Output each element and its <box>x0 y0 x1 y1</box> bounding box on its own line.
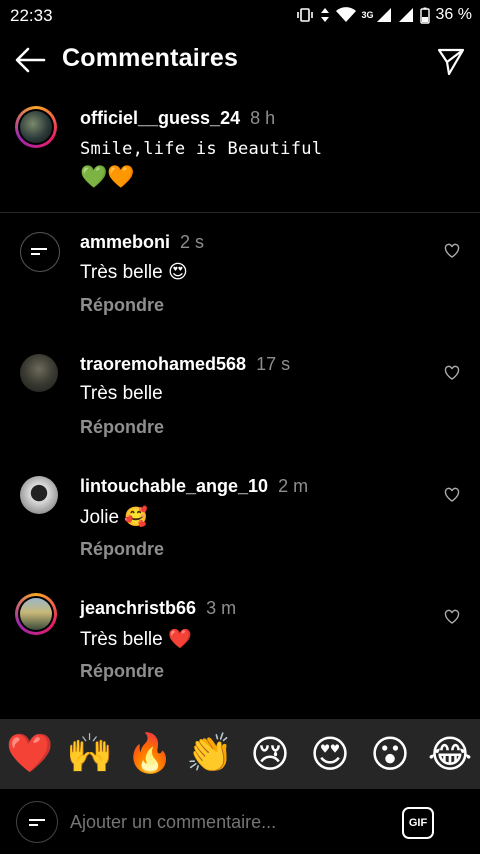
gif-button[interactable]: GIF <box>402 807 434 839</box>
my-avatar <box>16 801 58 843</box>
page-title: Commentaires <box>62 44 239 72</box>
caption-text: Smile,life is Beautiful <box>80 139 323 159</box>
caption-emojis: 💚🧡 <box>80 164 135 189</box>
emoji-open-mouth[interactable]: 😮 <box>365 732 415 777</box>
caption-time: 8 h <box>250 108 276 128</box>
send-direct-icon[interactable] <box>436 46 466 76</box>
comment-username[interactable]: traoremohamed568 <box>80 354 246 374</box>
comment-text: Très belle 😍 <box>80 262 188 283</box>
signal-icon-2 <box>398 8 413 22</box>
reply-button[interactable]: Répondre <box>80 295 164 316</box>
app-bar: Commentaires <box>0 32 480 88</box>
avatar <box>20 111 52 143</box>
comment-input[interactable] <box>68 811 372 834</box>
data-arrows-icon <box>320 8 329 22</box>
battery-percent: 36 % <box>435 6 472 23</box>
emoji-heart[interactable]: ❤️ <box>5 732 55 776</box>
status-icons: 3G 36 % <box>296 6 472 24</box>
caption-username[interactable]: officiel__guess_24 <box>80 108 240 128</box>
avatar <box>20 598 52 630</box>
post-caption: officiel__guess_24 8 h Smile,life is Beau… <box>0 100 480 213</box>
emoji-clap[interactable]: 👏 <box>185 732 235 776</box>
like-heart-icon[interactable] <box>444 365 460 381</box>
caption-header: officiel__guess_24 8 h <box>80 108 275 129</box>
comment-composer: GIF <box>0 789 480 854</box>
comment-text: Jolie 🥰 <box>80 507 149 528</box>
status-bar: 22:33 3G 36 % <box>0 0 480 32</box>
emoji-quick-bar: ❤️ 🙌 🔥 👏 😢 😍 😮 😂 <box>0 719 480 789</box>
reply-button[interactable]: Répondre <box>80 539 164 560</box>
emoji-heart-eyes[interactable]: 😍 <box>305 732 355 777</box>
comment-time: 17 s <box>256 354 291 374</box>
comment-text: Très belle <box>80 383 163 404</box>
comment-time: 2 m <box>278 476 309 496</box>
caption-avatar-ring[interactable] <box>15 106 57 148</box>
emoji-laughing[interactable]: 😂 <box>425 732 475 777</box>
comment-username[interactable]: jeanchristb66 <box>80 598 196 618</box>
like-heart-icon[interactable] <box>444 243 460 259</box>
emoji-fire[interactable]: 🔥 <box>125 732 175 776</box>
like-heart-icon[interactable] <box>444 609 460 625</box>
network-type: 3G <box>361 10 374 20</box>
comment-username[interactable]: ammeboni <box>80 232 170 252</box>
battery-icon <box>419 7 430 24</box>
wifi-icon <box>335 7 356 22</box>
story-ring[interactable] <box>15 593 57 635</box>
comment-time: 3 m <box>206 598 237 618</box>
avatar[interactable] <box>20 232 60 272</box>
signal-icon <box>376 8 391 22</box>
reply-button[interactable]: Répondre <box>80 661 164 682</box>
like-heart-icon[interactable] <box>444 487 460 503</box>
vibrate-icon <box>296 8 313 22</box>
reply-button[interactable]: Répondre <box>80 417 164 438</box>
avatar[interactable] <box>20 354 58 392</box>
status-time: 22:33 <box>10 6 53 25</box>
comment-username[interactable]: lintouchable_ange_10 <box>80 476 268 496</box>
emoji-raised-hands[interactable]: 🙌 <box>65 732 115 776</box>
comment-time: 2 s <box>180 232 205 252</box>
avatar[interactable] <box>20 476 58 514</box>
emoji-crying[interactable]: 😢 <box>245 732 295 777</box>
comment-text: Très belle ❤️ <box>80 629 192 650</box>
back-arrow-icon[interactable] <box>14 46 46 74</box>
